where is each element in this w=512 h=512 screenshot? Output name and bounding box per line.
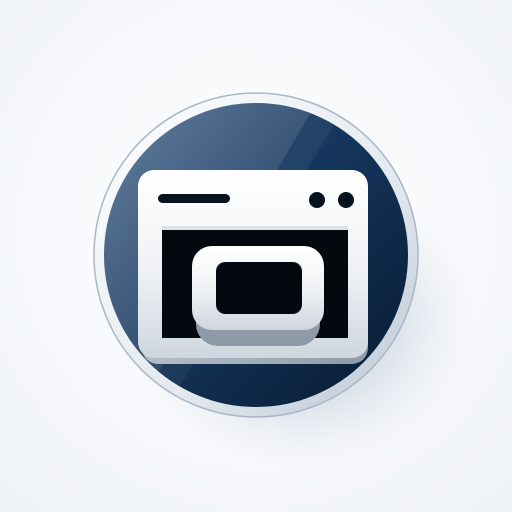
title-bar-line bbox=[158, 194, 230, 203]
icon-canvas bbox=[0, 0, 512, 512]
window-dot-icon bbox=[309, 192, 325, 208]
inner-window-screen bbox=[216, 262, 302, 314]
app-icon bbox=[93, 92, 475, 468]
browser-window-icon bbox=[138, 170, 368, 364]
window-dot-icon bbox=[338, 192, 354, 208]
